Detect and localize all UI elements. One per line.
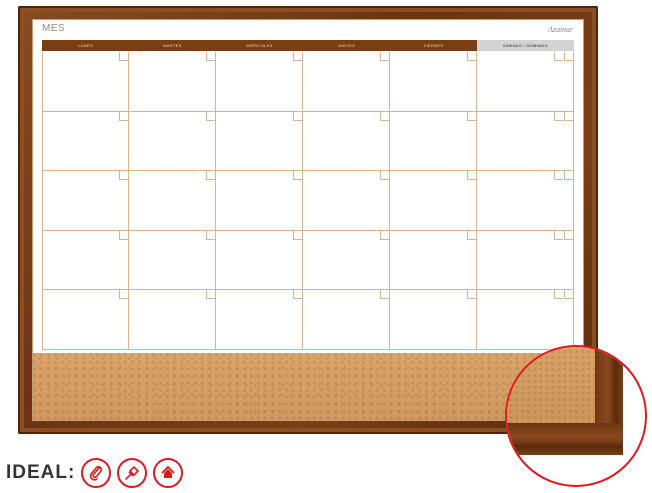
day-cell — [477, 52, 574, 112]
day-number-box — [206, 230, 215, 240]
day-cell — [303, 171, 390, 231]
day-cell — [477, 230, 574, 291]
day-cell — [390, 290, 477, 350]
day-number-box — [380, 230, 389, 240]
weekday-header: LUNES MARTES MIÉRCOLES JUEVES VIERNES SÁ… — [42, 40, 574, 51]
zoom-wood-bottom — [507, 423, 623, 455]
day-number-box — [206, 111, 215, 121]
day-cell — [216, 171, 303, 231]
day-number-box — [564, 52, 573, 61]
day-number-box — [119, 290, 128, 300]
weekday-monday: LUNES — [42, 40, 129, 51]
day-cell — [129, 52, 216, 112]
day-number-box — [554, 230, 563, 240]
day-number-box — [467, 171, 476, 181]
day-number-box — [467, 290, 476, 300]
day-cell — [129, 171, 216, 231]
cork-board-strip — [33, 353, 583, 420]
paperclip-icon — [81, 458, 112, 488]
day-cell — [477, 111, 574, 172]
day-number-box — [293, 290, 302, 300]
day-number-box — [564, 111, 573, 121]
day-number-box — [380, 171, 389, 181]
zoom-cork — [507, 347, 595, 423]
corner-detail-zoom — [505, 345, 647, 487]
weekday-tuesday: MARTES — [129, 40, 216, 51]
day-number-box — [206, 52, 215, 61]
day-cell — [477, 290, 574, 350]
day-cell — [303, 111, 390, 172]
day-cell — [303, 290, 390, 350]
day-cell — [42, 171, 129, 231]
day-cell — [390, 52, 477, 112]
month-label: MES — [42, 23, 66, 34]
day-number-box — [564, 230, 573, 240]
day-cell — [42, 290, 129, 350]
day-number-box — [293, 171, 302, 181]
day-number-box — [467, 111, 476, 121]
day-number-box — [119, 230, 128, 240]
day-cell — [129, 290, 216, 350]
day-number-box — [564, 290, 573, 300]
day-cell — [42, 111, 129, 172]
day-number-box — [380, 290, 389, 300]
calendar-grid — [42, 52, 574, 350]
day-cell — [390, 230, 477, 291]
day-cell — [216, 52, 303, 112]
day-cell — [303, 230, 390, 291]
day-cell — [129, 111, 216, 172]
day-number-box — [293, 230, 302, 240]
day-cell — [390, 171, 477, 231]
ideal-footer: IDEAL: — [6, 453, 184, 493]
weekday-thursday: JUEVES — [303, 40, 390, 51]
day-cell — [129, 230, 216, 291]
day-number-box — [467, 52, 476, 61]
day-cell — [477, 171, 574, 231]
day-number-box — [293, 111, 302, 121]
brand-logo: Azamar — [548, 25, 573, 34]
day-cell — [216, 111, 303, 172]
day-cell — [42, 230, 129, 291]
day-number-box — [467, 230, 476, 240]
weekday-wednesday: MIÉRCOLES — [216, 40, 303, 51]
day-number-box — [206, 290, 215, 300]
day-number-box — [554, 52, 563, 61]
day-number-box — [554, 290, 563, 300]
day-number-box — [564, 171, 573, 181]
day-number-box — [554, 171, 563, 181]
day-number-box — [380, 111, 389, 121]
day-number-box — [206, 171, 215, 181]
day-number-box — [119, 52, 128, 61]
weekday-weekend: SÁBADO / DOMINGO — [477, 40, 574, 51]
calendar-board: MES Azamar LUNES MARTES MIÉRCOLES JUEVES… — [33, 20, 583, 420]
weekday-friday: VIERNES — [390, 40, 477, 51]
day-number-box — [293, 52, 302, 61]
day-number-box — [380, 52, 389, 61]
day-cell — [216, 290, 303, 350]
day-cell — [42, 52, 129, 112]
pin-icon — [117, 458, 148, 488]
day-cell — [303, 52, 390, 112]
day-cell — [390, 111, 477, 172]
ideal-label: IDEAL: — [6, 462, 76, 483]
day-cell — [216, 230, 303, 291]
day-number-box — [119, 171, 128, 181]
day-number-box — [554, 111, 563, 121]
home-icon — [153, 458, 184, 488]
day-number-box — [119, 111, 128, 121]
